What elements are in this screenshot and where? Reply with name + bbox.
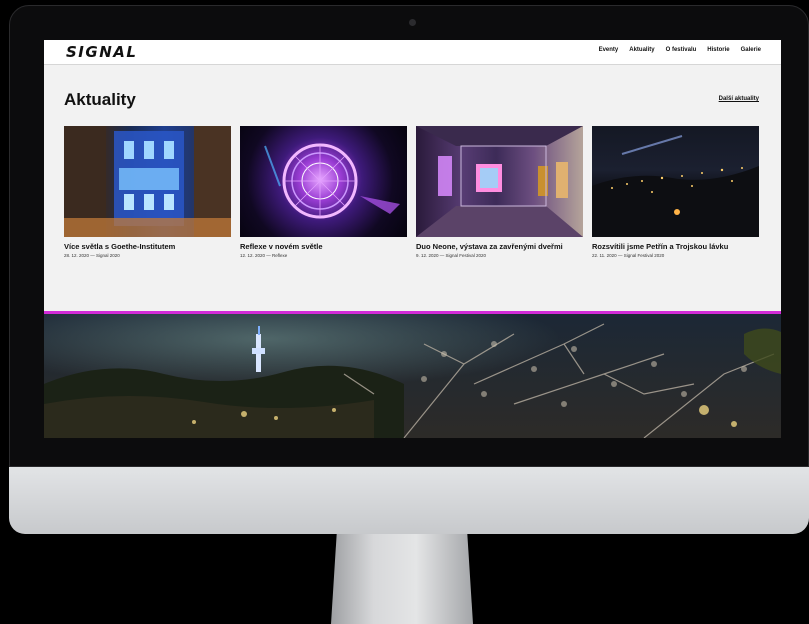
- news-card[interactable]: Reflexe v novém světle 12. 12. 2020 — Re…: [240, 126, 407, 258]
- website-screen: SIGNAL Eventy Aktuality O festivalu Hist…: [44, 40, 781, 438]
- gallery-illustration: [416, 126, 583, 237]
- news-card[interactable]: Rozsvítili jsme Petřín a Trojskou lávku …: [592, 126, 759, 258]
- nav-item-eventy[interactable]: Eventy: [599, 47, 619, 53]
- night-park-illustration: [44, 314, 781, 438]
- news-card-meta: 12. 12. 2020 — Reflexe: [240, 253, 288, 258]
- news-card-image[interactable]: [416, 126, 583, 237]
- news-card-meta: 28. 12. 2020 — Signal 2020: [64, 253, 120, 258]
- city-night-illustration: [592, 135, 759, 237]
- page-title: Aktuality: [64, 90, 136, 109]
- news-card-image[interactable]: [240, 126, 407, 237]
- more-news-link[interactable]: Další aktuality: [719, 96, 759, 102]
- monitor-chin: [9, 467, 809, 534]
- hero-banner-image: [44, 314, 781, 438]
- news-card-meta: 9. 12. 2020 — Signal Festival 2020: [416, 253, 487, 258]
- news-card-title[interactable]: Reflexe v novém světle: [240, 242, 407, 251]
- news-card[interactable]: Více světla s Goethe-Institutem 28. 12. …: [64, 126, 231, 258]
- site-header: SIGNAL Eventy Aktuality O festivalu Hist…: [44, 40, 781, 65]
- news-card-title[interactable]: Rozsvítili jsme Petřín a Trojskou lávku: [592, 242, 759, 251]
- nav-item-o-festivalu[interactable]: O festivalu: [666, 47, 697, 53]
- news-card-image[interactable]: [64, 126, 231, 237]
- monitor-stand: [331, 534, 473, 624]
- news-card[interactable]: Duo Neone, výstava za zavřenými dveřmi 9…: [416, 126, 583, 258]
- news-cards: Více světla s Goethe-Institutem 28. 12. …: [64, 126, 759, 258]
- news-card-meta: 22. 11. 2020 — Signal Festival 2020: [592, 253, 665, 258]
- building-illustration: [64, 126, 231, 237]
- nav-item-galerie[interactable]: Galerie: [741, 47, 761, 53]
- camera-dot: [409, 19, 416, 26]
- nav-item-aktuality[interactable]: Aktuality: [629, 47, 654, 53]
- nav-item-historie[interactable]: Historie: [707, 47, 729, 53]
- news-card-image[interactable]: [592, 126, 759, 237]
- sphere-illustration: [264, 143, 400, 219]
- site-logo[interactable]: SIGNAL: [66, 43, 137, 61]
- main-nav: Eventy Aktuality O festivalu Historie Ga…: [599, 47, 761, 53]
- news-card-title[interactable]: Duo Neone, výstava za zavřenými dveřmi: [416, 242, 583, 251]
- news-card-title[interactable]: Více světla s Goethe-Institutem: [64, 242, 231, 251]
